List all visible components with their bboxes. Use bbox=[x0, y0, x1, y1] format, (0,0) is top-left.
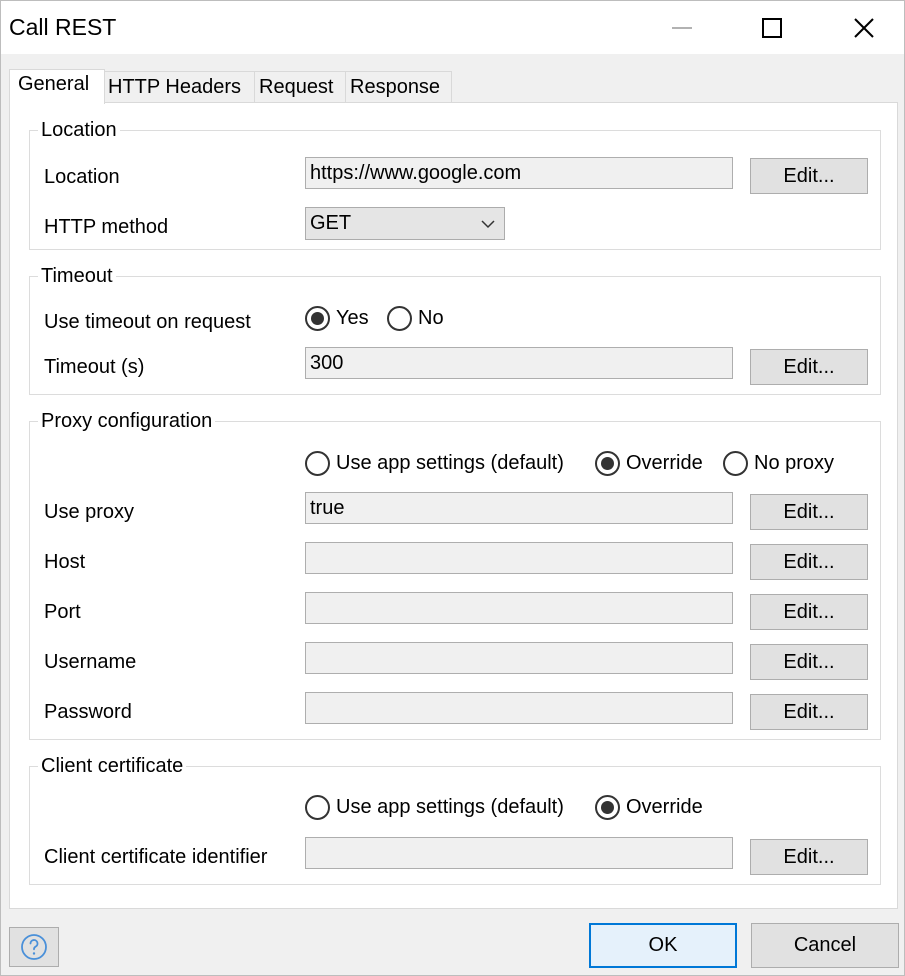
host-label: Host bbox=[44, 551, 86, 573]
title-bar: Call REST bbox=[1, 1, 904, 54]
location-group: Location Location https://www.google.com… bbox=[29, 117, 881, 250]
client-certificate-edit-button[interactable]: Edit... bbox=[750, 839, 868, 875]
minimize-button[interactable] bbox=[659, 1, 705, 54]
client-certificate-group: Client certificate Use app settings (def… bbox=[29, 753, 881, 885]
cert-override-radio[interactable]: Override bbox=[595, 795, 703, 820]
client-certificate-identifier-field[interactable] bbox=[305, 837, 733, 869]
cert-app-settings-label: Use app settings (default) bbox=[336, 796, 564, 818]
host-edit-button[interactable]: Edit... bbox=[750, 544, 868, 580]
timeout-group-title: Timeout bbox=[38, 263, 116, 289]
proxy-none-label: No proxy bbox=[754, 452, 835, 474]
proxy-override-label: Override bbox=[626, 452, 703, 474]
http-method-value: GET bbox=[310, 212, 352, 234]
timeout-yes-radio[interactable]: Yes bbox=[305, 306, 369, 331]
cert-app-settings-radio[interactable]: Use app settings (default) bbox=[305, 795, 564, 820]
radio-selected-icon bbox=[595, 451, 620, 476]
location-label: Location bbox=[44, 166, 120, 188]
chevron-down-icon bbox=[481, 220, 495, 229]
location-edit-button[interactable]: Edit... bbox=[750, 158, 868, 194]
password-label: Password bbox=[44, 701, 132, 723]
help-button[interactable] bbox=[9, 927, 59, 967]
use-proxy-label: Use proxy bbox=[44, 501, 135, 523]
cert-override-label: Override bbox=[626, 796, 703, 818]
tab-http-headers[interactable]: HTTP Headers bbox=[103, 71, 255, 103]
dialog-window: Call REST General HTTP Headers Request R… bbox=[0, 0, 905, 976]
minimize-icon bbox=[672, 26, 692, 29]
timeout-yes-label: Yes bbox=[336, 307, 369, 329]
password-edit-button[interactable]: Edit... bbox=[750, 694, 868, 730]
use-timeout-label: Use timeout on request bbox=[44, 311, 251, 333]
general-tab-panel: Location Location https://www.google.com… bbox=[9, 102, 898, 909]
proxy-configuration-group: Proxy configuration Use app settings (de… bbox=[29, 408, 881, 740]
location-group-title: Location bbox=[38, 117, 120, 143]
close-button[interactable] bbox=[841, 1, 887, 54]
use-proxy-field[interactable]: true bbox=[305, 492, 733, 524]
timeout-seconds-label: Timeout (s) bbox=[44, 356, 145, 378]
proxy-none-radio[interactable]: No proxy bbox=[723, 451, 834, 476]
maximize-icon bbox=[762, 17, 782, 38]
help-circle-icon bbox=[21, 934, 47, 960]
tab-request[interactable]: Request bbox=[254, 71, 346, 103]
port-field[interactable] bbox=[305, 592, 733, 624]
proxy-group-title: Proxy configuration bbox=[38, 408, 216, 434]
timeout-no-radio[interactable]: No bbox=[387, 306, 444, 331]
close-icon bbox=[854, 17, 874, 38]
timeout-no-label: No bbox=[418, 307, 444, 329]
client-certificate-group-title: Client certificate bbox=[38, 753, 187, 779]
port-label: Port bbox=[44, 601, 81, 623]
radio-unselected-icon bbox=[305, 795, 330, 820]
radio-selected-icon bbox=[305, 306, 330, 331]
ok-button[interactable]: OK bbox=[589, 923, 737, 968]
cancel-button[interactable]: Cancel bbox=[751, 923, 899, 968]
use-proxy-edit-button[interactable]: Edit... bbox=[750, 494, 868, 530]
port-edit-button[interactable]: Edit... bbox=[750, 594, 868, 630]
radio-selected-icon bbox=[595, 795, 620, 820]
maximize-button[interactable] bbox=[749, 1, 795, 54]
proxy-app-settings-label: Use app settings (default) bbox=[336, 452, 564, 474]
radio-unselected-icon bbox=[305, 451, 330, 476]
window-title: Call REST bbox=[9, 14, 117, 40]
username-field[interactable] bbox=[305, 642, 733, 674]
client-certificate-identifier-label: Client certificate identifier bbox=[44, 846, 268, 868]
radio-unselected-icon bbox=[387, 306, 412, 331]
username-label: Username bbox=[44, 651, 137, 673]
timeout-edit-button[interactable]: Edit... bbox=[750, 349, 868, 385]
username-edit-button[interactable]: Edit... bbox=[750, 644, 868, 680]
password-field[interactable] bbox=[305, 692, 733, 724]
proxy-override-radio[interactable]: Override bbox=[595, 451, 703, 476]
timeout-seconds-field[interactable]: 300 bbox=[305, 347, 733, 379]
host-field[interactable] bbox=[305, 542, 733, 574]
tab-response[interactable]: Response bbox=[345, 71, 452, 103]
http-method-label: HTTP method bbox=[44, 216, 169, 238]
timeout-group: Timeout Use timeout on request Yes No Ti… bbox=[29, 263, 881, 395]
location-field[interactable]: https://www.google.com bbox=[305, 157, 733, 189]
proxy-app-settings-radio[interactable]: Use app settings (default) bbox=[305, 451, 564, 476]
http-method-select[interactable]: GET bbox=[305, 207, 505, 240]
tab-general[interactable]: General bbox=[9, 69, 105, 104]
radio-unselected-icon bbox=[723, 451, 748, 476]
